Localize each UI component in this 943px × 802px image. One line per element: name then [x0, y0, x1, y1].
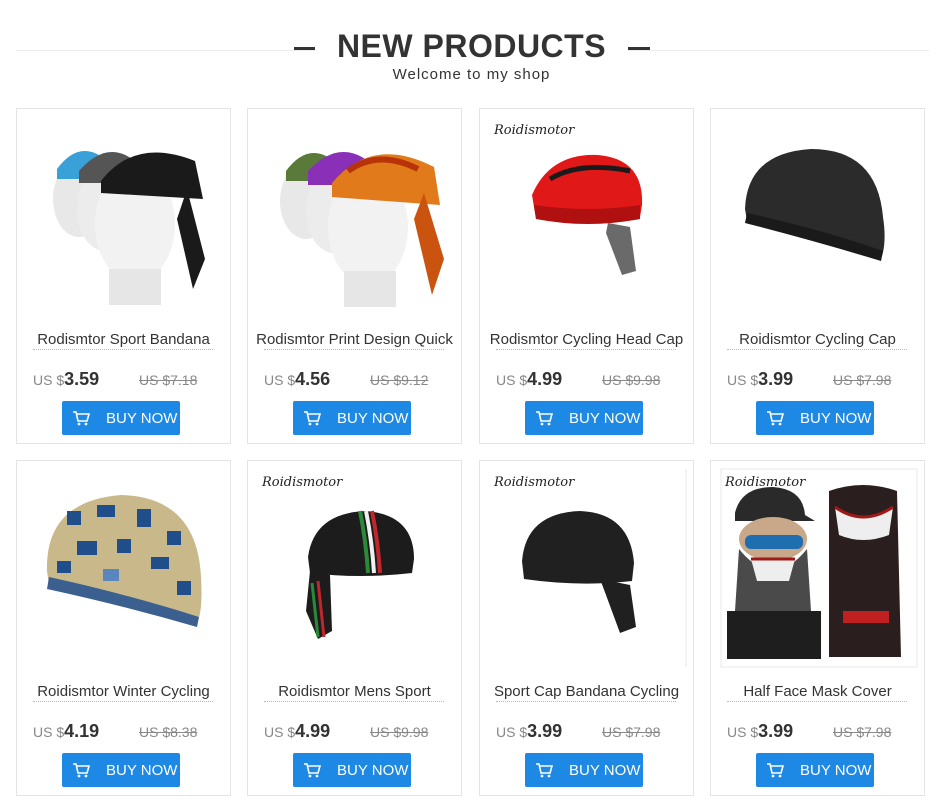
original-price: US $7.98	[602, 724, 661, 740]
cart-icon	[536, 763, 553, 778]
product-name-overflow	[33, 349, 213, 353]
price-currency: US $	[496, 372, 528, 388]
buy-now-button[interactable]: BUY NOW	[756, 753, 874, 787]
price-amount: 4.99	[295, 721, 331, 741]
product-name[interactable]: Rodismtor Sport Bandana	[23, 331, 224, 347]
buy-now-button[interactable]: BUY NOW	[62, 753, 180, 787]
product-card[interactable]: Rodismtor Sport Bandana US $3.59 US $7.1…	[16, 108, 231, 444]
product-image[interactable]: Roidismotor	[480, 461, 693, 679]
price-currency: US $	[264, 724, 296, 740]
product-name[interactable]: Roidismtor Winter Cycling	[23, 683, 224, 699]
product-name[interactable]: Half Face Mask Cover	[717, 683, 918, 699]
product-image[interactable]: Roidismotor	[711, 461, 924, 679]
product-card[interactable]: Roidismotor Rodismtor Cycling Head Cap U…	[479, 108, 694, 444]
product-card[interactable]: Roidismotor Sport Cap Bandana Cycling US…	[479, 460, 694, 796]
price-row: US $4.99 US $9.98	[264, 721, 454, 743]
product-image[interactable]	[248, 109, 461, 327]
price-currency: US $	[33, 724, 65, 740]
original-price: US $7.18	[139, 372, 198, 388]
product-name-overflow	[264, 701, 444, 705]
product-image[interactable]	[711, 109, 924, 327]
price-row: US $4.19 US $8.38	[33, 721, 223, 743]
price-amount: 3.99	[758, 721, 794, 741]
cart-icon	[73, 763, 90, 778]
product-name[interactable]: Rodismtor Cycling Head Cap	[486, 331, 687, 347]
buy-now-label: BUY NOW	[106, 410, 178, 427]
cart-icon	[73, 411, 90, 426]
buy-now-label: BUY NOW	[800, 762, 872, 779]
cart-icon	[767, 763, 784, 778]
product-name-overflow	[33, 701, 213, 705]
original-price: US $8.38	[139, 724, 198, 740]
cart-icon	[767, 411, 784, 426]
product-image[interactable]: Roidismotor	[248, 461, 461, 679]
price-amount: 4.99	[527, 369, 563, 389]
buy-now-label: BUY NOW	[106, 762, 178, 779]
price-amount: 4.19	[64, 721, 100, 741]
price-row: US $3.99 US $7.98	[727, 721, 917, 743]
product-image[interactable]	[17, 109, 230, 327]
buy-now-button[interactable]: BUY NOW	[62, 401, 180, 435]
buy-now-button[interactable]: BUY NOW	[525, 401, 643, 435]
product-image[interactable]	[17, 461, 230, 679]
product-image[interactable]: Roidismotor	[480, 109, 693, 327]
price-row: US $4.56 US $9.12	[264, 369, 454, 391]
cart-icon	[536, 411, 553, 426]
price-currency: US $	[727, 724, 759, 740]
product-name-overflow	[496, 349, 676, 353]
buy-now-button[interactable]: BUY NOW	[293, 753, 411, 787]
product-card[interactable]: Roidismotor Half Face Mask Cover US $3.9…	[710, 460, 925, 796]
original-price: US $7.98	[833, 724, 892, 740]
product-name[interactable]: Sport Cap Bandana Cycling	[486, 683, 687, 699]
original-price: US $7.98	[833, 372, 892, 388]
buy-now-label: BUY NOW	[800, 410, 872, 427]
product-name-overflow	[264, 349, 444, 353]
price-row: US $4.99 US $9.98	[496, 369, 686, 391]
buy-now-label: BUY NOW	[337, 762, 409, 779]
price-amount: 4.56	[295, 369, 331, 389]
product-name[interactable]: Rodismtor Print Design Quick	[254, 331, 455, 347]
buy-now-button[interactable]: BUY NOW	[525, 753, 643, 787]
product-name-overflow	[727, 349, 907, 353]
buy-now-button[interactable]: BUY NOW	[293, 401, 411, 435]
section-title: NEW PRODUCTS	[314, 26, 629, 66]
buy-now-label: BUY NOW	[569, 410, 641, 427]
buy-now-button[interactable]: BUY NOW	[756, 401, 874, 435]
original-price: US $9.12	[370, 372, 429, 388]
price-row: US $3.99 US $7.98	[727, 369, 917, 391]
product-card[interactable]: Roidismtor Winter Cycling US $4.19 US $8…	[16, 460, 231, 796]
cart-icon	[304, 763, 321, 778]
product-card[interactable]: Roidismtor Cycling Cap US $3.99 US $7.98…	[710, 108, 925, 444]
price-currency: US $	[33, 372, 65, 388]
price-currency: US $	[264, 372, 296, 388]
product-name[interactable]: Roidismtor Cycling Cap	[717, 331, 918, 347]
cart-icon	[304, 411, 321, 426]
original-price: US $9.98	[370, 724, 429, 740]
price-currency: US $	[496, 724, 528, 740]
product-name[interactable]: Roidismtor Mens Sport	[254, 683, 455, 699]
price-amount: 3.99	[758, 369, 794, 389]
price-currency: US $	[727, 372, 759, 388]
price-row: US $3.59 US $7.18	[33, 369, 223, 391]
original-price: US $9.98	[602, 372, 661, 388]
price-amount: 3.99	[527, 721, 563, 741]
product-name-overflow	[496, 701, 676, 705]
product-card[interactable]: Roidismotor Roidismtor Mens Sport US $4.…	[247, 460, 462, 796]
product-card[interactable]: Rodismtor Print Design Quick US $4.56 US…	[247, 108, 462, 444]
buy-now-label: BUY NOW	[569, 762, 641, 779]
price-amount: 3.59	[64, 369, 100, 389]
buy-now-label: BUY NOW	[337, 410, 409, 427]
price-row: US $3.99 US $7.98	[496, 721, 686, 743]
product-name-overflow	[727, 701, 907, 705]
section-subtitle: Welcome to my shop	[392, 66, 551, 83]
